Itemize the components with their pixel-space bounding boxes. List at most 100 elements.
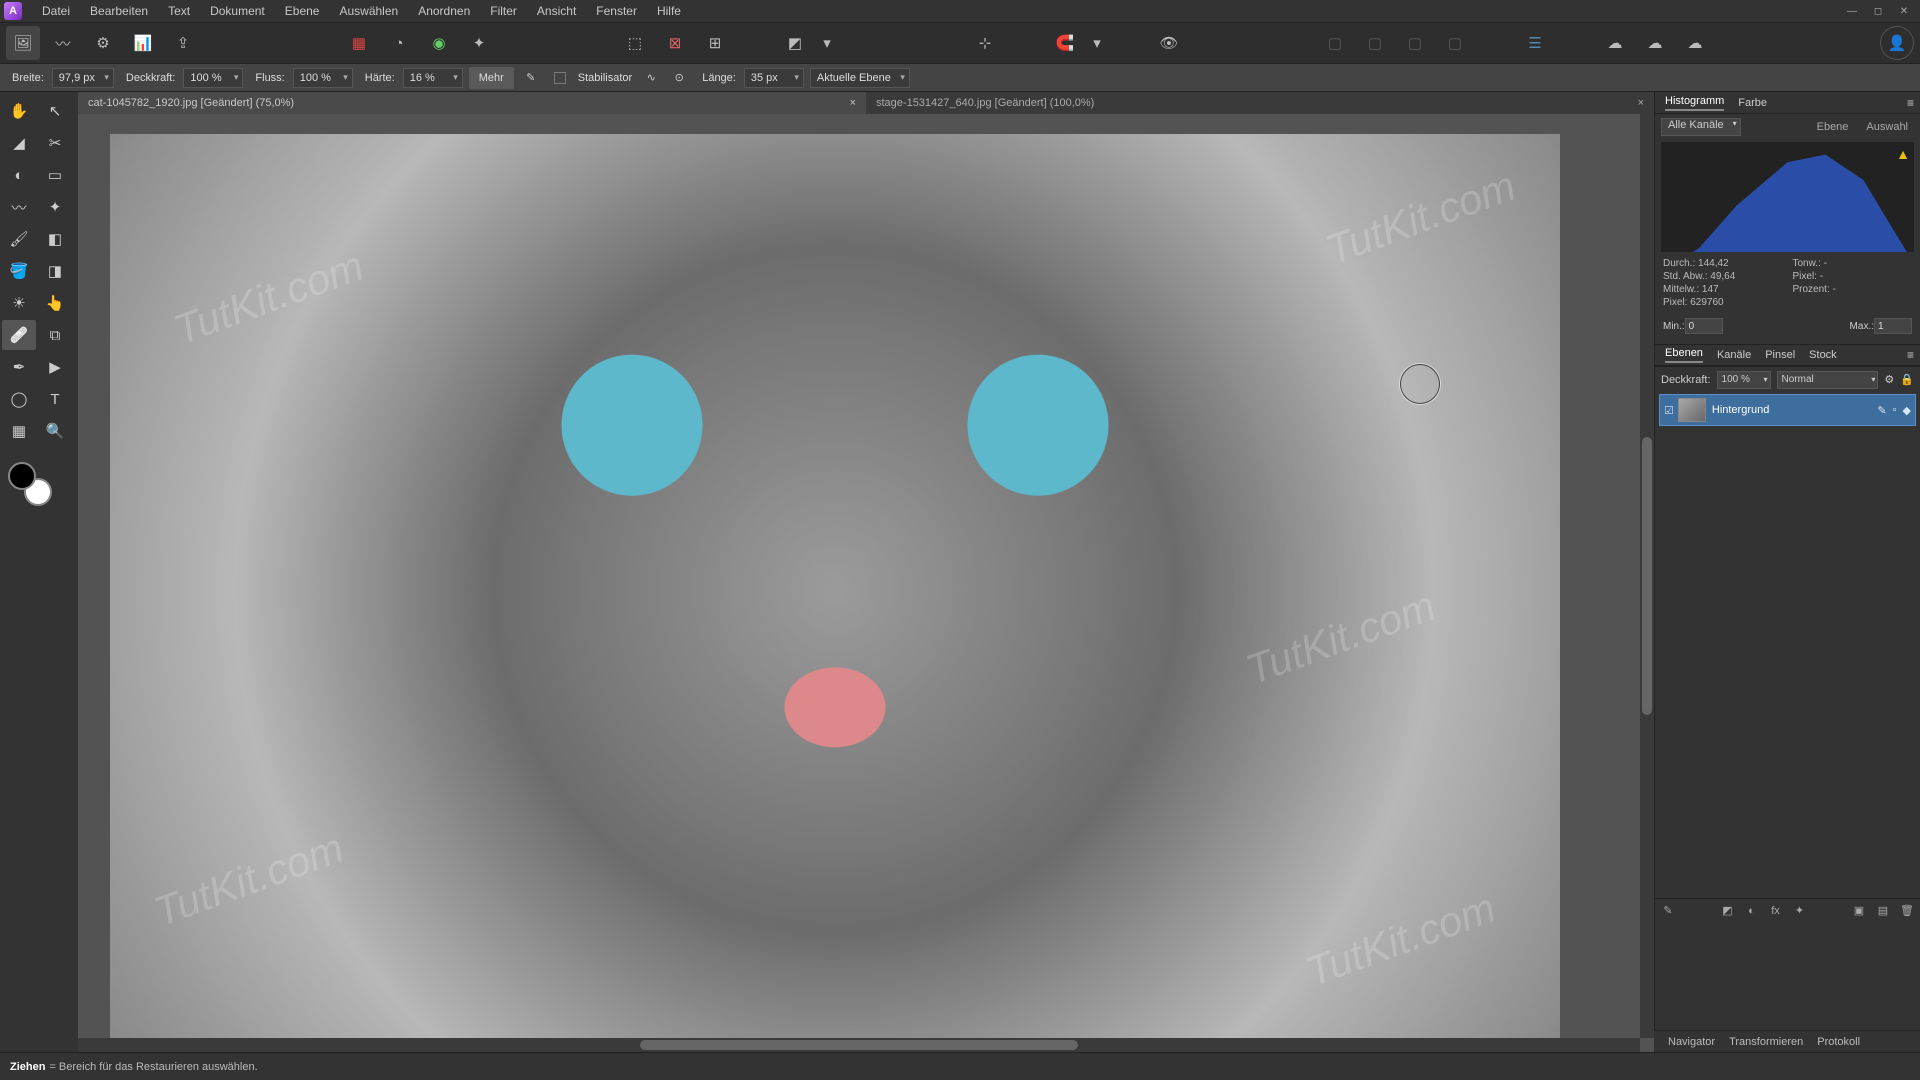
paint-brush-icon[interactable]: 🖌: [2, 224, 36, 254]
menu-dokument[interactable]: Dokument: [200, 0, 275, 22]
brush-preview-icon[interactable]: ◔: [382, 26, 416, 60]
panel-menu-icon[interactable]: ≡: [1907, 348, 1914, 362]
erase-tool-icon[interactable]: ◧: [38, 224, 72, 254]
tab-close-icon[interactable]: ×: [850, 92, 856, 114]
healing-brush-icon[interactable]: 🩹: [2, 320, 36, 350]
persona-tone-icon[interactable]: 📊: [126, 26, 160, 60]
target-layer-select[interactable]: Aktuelle Ebene: [810, 68, 910, 88]
quickmask-icon[interactable]: ◩: [778, 26, 812, 60]
color-swatches[interactable]: [2, 456, 72, 506]
persona-develop-icon[interactable]: ⚙: [86, 26, 120, 60]
maximize-icon[interactable]: ◻: [1866, 2, 1890, 20]
color-picker-tool-icon[interactable]: ◢: [2, 128, 36, 158]
menu-auswaehlen[interactable]: Auswählen: [329, 0, 408, 22]
more-button[interactable]: Mehr: [469, 67, 514, 89]
crop-icon[interactable]: ⊹: [968, 26, 1002, 60]
arrange-icon[interactable]: ☰: [1518, 26, 1552, 60]
opacity-field[interactable]: 100 %: [183, 68, 243, 88]
tab-protokoll[interactable]: Protokoll: [1817, 1036, 1860, 1048]
gear-icon[interactable]: ⚙: [1884, 373, 1894, 386]
auto-icon[interactable]: ✦: [462, 26, 496, 60]
marquee-tool-icon[interactable]: ▭: [38, 160, 72, 190]
crop-tool-icon[interactable]: ✂: [38, 128, 72, 158]
width-field[interactable]: 97,9 px: [52, 68, 114, 88]
menu-fenster[interactable]: Fenster: [586, 0, 647, 22]
zoom-tool-icon[interactable]: 🔍: [38, 416, 72, 446]
clone-tool-icon[interactable]: ⧉: [38, 320, 72, 350]
tab-farbe[interactable]: Farbe: [1738, 97, 1767, 109]
panel-menu-icon[interactable]: ≡: [1907, 96, 1914, 110]
menu-datei[interactable]: Datei: [32, 0, 80, 22]
marquee-add-icon[interactable]: ⊞: [698, 26, 732, 60]
hist-auswahl-button[interactable]: Auswahl: [1860, 119, 1914, 135]
node-tool-icon[interactable]: ▶: [38, 352, 72, 382]
horizontal-scrollbar[interactable]: [78, 1038, 1640, 1052]
color-wheel-icon[interactable]: ◉: [422, 26, 456, 60]
foreground-swatch[interactable]: [8, 462, 36, 490]
lock-icon[interactable]: 🔒: [1900, 373, 1914, 386]
blend-mode-select[interactable]: Normal: [1777, 371, 1879, 389]
tab-navigator[interactable]: Navigator: [1668, 1036, 1715, 1048]
flow-field[interactable]: 100 %: [293, 68, 353, 88]
mesh-tool-icon[interactable]: ▦: [2, 416, 36, 446]
delete-layer-icon[interactable]: 🗑: [1898, 902, 1916, 920]
group-icon[interactable]: ▣: [1850, 902, 1868, 920]
persona-liquify-icon[interactable]: 〰: [46, 26, 80, 60]
healing-source-icon[interactable]: ▦: [342, 26, 376, 60]
hist-ebene-button[interactable]: Ebene: [1811, 119, 1855, 135]
snap-dropdown-icon[interactable]: ▾: [1088, 26, 1106, 60]
min-input[interactable]: [1685, 318, 1723, 334]
stabilizer-checkbox[interactable]: [554, 72, 566, 84]
snap-icon[interactable]: 🧲: [1048, 26, 1082, 60]
tab-close-icon[interactable]: ×: [1638, 92, 1644, 114]
align-c-icon[interactable]: ▢: [1398, 26, 1432, 60]
adjust-icon[interactable]: ◐: [1743, 902, 1761, 920]
text-tool-icon[interactable]: T: [38, 384, 72, 414]
link-icon[interactable]: ▫: [1893, 404, 1897, 417]
tab-transformieren[interactable]: Transformieren: [1729, 1036, 1803, 1048]
tab-ebenen[interactable]: Ebenen: [1665, 347, 1703, 363]
layer-opacity-field[interactable]: 100 %: [1717, 371, 1771, 389]
close-icon[interactable]: ✕: [1892, 2, 1916, 20]
menu-text[interactable]: Text: [158, 0, 200, 22]
rope-icon[interactable]: ∿: [640, 67, 662, 89]
channel-select[interactable]: Alle Kanäle: [1661, 118, 1741, 136]
align-b-icon[interactable]: ▢: [1358, 26, 1392, 60]
move-tool-icon[interactable]: ↖: [38, 96, 72, 126]
gradient-tool-icon[interactable]: ◨: [38, 256, 72, 286]
live-icon[interactable]: ✦: [1791, 902, 1809, 920]
persona-photo-icon[interactable]: 🖼: [6, 26, 40, 60]
shape-tool-icon[interactable]: ◯: [2, 384, 36, 414]
menu-bearbeiten[interactable]: Bearbeiten: [80, 0, 158, 22]
assistant-icon[interactable]: 👁: [1152, 26, 1186, 60]
mask-icon[interactable]: ◩: [1719, 902, 1737, 920]
fx-add-icon[interactable]: fx: [1767, 902, 1785, 920]
stock-b-icon[interactable]: ☁: [1638, 26, 1672, 60]
window-icon[interactable]: ⊙: [668, 67, 690, 89]
account-icon[interactable]: 👤: [1880, 26, 1914, 60]
layer-row-background[interactable]: ☑ Hintergrund ✎ ▫ ◆: [1659, 394, 1916, 426]
minimize-icon[interactable]: —: [1840, 2, 1864, 20]
tab-pinsel[interactable]: Pinsel: [1765, 349, 1795, 361]
hardness-field[interactable]: 16 %: [403, 68, 463, 88]
fill-tool-icon[interactable]: 🪣: [2, 256, 36, 286]
menu-ansicht[interactable]: Ansicht: [527, 0, 586, 22]
length-field[interactable]: 35 px: [744, 68, 804, 88]
menu-ebene[interactable]: Ebene: [275, 0, 330, 22]
visibility-icon[interactable]: ☑: [1664, 404, 1674, 417]
edit-icon[interactable]: ✎: [1877, 404, 1886, 417]
pen-tool-icon[interactable]: ✒: [2, 352, 36, 382]
flood-select-icon[interactable]: ✦: [38, 192, 72, 222]
menu-hilfe[interactable]: Hilfe: [647, 0, 691, 22]
tab-stage[interactable]: stage-1531427_640.jpg [Geändert] (100,0%…: [866, 92, 1654, 114]
tab-cat[interactable]: cat-1045782_1920.jpg [Geändert] (75,0%) …: [78, 92, 866, 114]
marquee-x-icon[interactable]: ⊠: [658, 26, 692, 60]
persona-export-icon[interactable]: ⇪: [166, 26, 200, 60]
menu-filter[interactable]: Filter: [480, 0, 527, 22]
align-a-icon[interactable]: ▢: [1318, 26, 1352, 60]
canvas-area[interactable]: TutKit.com TutKit.com TutKit.com TutKit.…: [78, 114, 1654, 1052]
lasso-tool-icon[interactable]: 〰: [2, 192, 36, 222]
marquee-dashed-icon[interactable]: ⬚: [618, 26, 652, 60]
smudge-tool-icon[interactable]: 👆: [38, 288, 72, 318]
vertical-scrollbar[interactable]: [1640, 114, 1654, 1038]
